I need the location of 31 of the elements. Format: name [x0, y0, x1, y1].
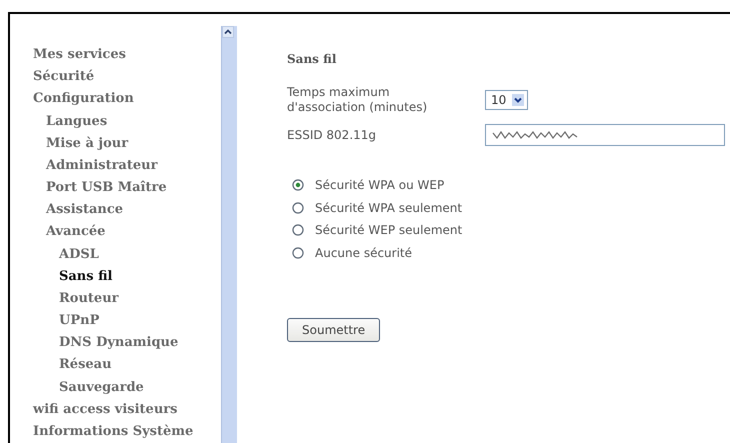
security-radio[interactable]: Sécurité WPA seulement [292, 196, 462, 219]
sidebar-item[interactable]: Avancée [33, 221, 106, 244]
security-radio[interactable]: Sécurité WPA ou WEP [292, 174, 444, 196]
scroll-up-icon[interactable] [222, 26, 234, 38]
sidebar-item[interactable]: Sauvegarde [33, 376, 144, 399]
sidebar-item[interactable]: Mise à jour [33, 132, 128, 155]
minutes-select[interactable]: 10 [485, 90, 528, 110]
sidebar-item[interactable]: wifi access visiteurs [33, 398, 178, 421]
dropdown-caret-icon [512, 94, 524, 106]
sidebar-item[interactable]: DNS Dynamique [33, 332, 178, 354]
essid-field[interactable] [485, 124, 725, 146]
sidebar-item[interactable]: Routeur [33, 288, 119, 310]
sidebar-item[interactable]: Configuration [33, 88, 134, 111]
submit-button[interactable]: Soumettre [287, 318, 380, 342]
section-title: Sans fil [287, 52, 338, 66]
sidebar-item[interactable]: Port USB Maître [33, 177, 167, 200]
security-radio[interactable]: Aucune sécurité [292, 242, 412, 264]
sidebar-item[interactable]: Mes services [33, 44, 126, 66]
field-label: Temps maximum d'association (minutes) [287, 85, 428, 115]
sidebar-item[interactable]: Informations Système [33, 420, 194, 443]
field-label: ESSID 802.11g [287, 128, 378, 142]
sidebar-item[interactable]: ADSL [33, 244, 99, 266]
sidebar-item[interactable]: Assistance [33, 199, 124, 222]
sidebar-item[interactable]: Administrateur [33, 154, 158, 178]
security-radio[interactable]: Sécurité WEP seulement [292, 219, 462, 242]
sidebar-item[interactable]: UPnP [33, 310, 100, 332]
scrollbar[interactable] [221, 26, 237, 443]
sidebar-item[interactable]: Langues [33, 110, 108, 133]
sidebar-item[interactable]: Sans fil [33, 266, 112, 288]
sidebar-item[interactable]: Sécurité [33, 66, 94, 88]
sidebar-item[interactable]: Réseau [33, 354, 112, 377]
